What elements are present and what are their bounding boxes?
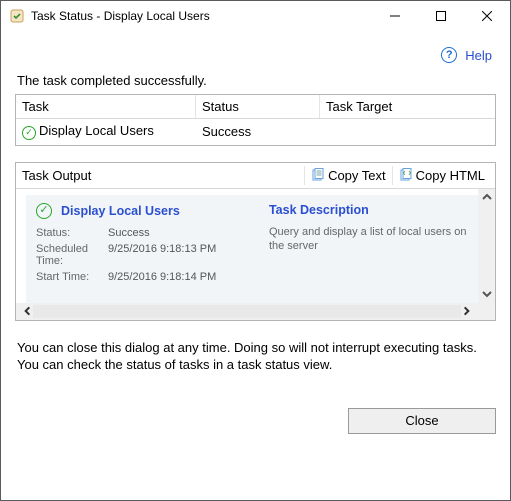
info-text: You can close this dialog at any time. D… [17, 339, 494, 374]
copy-html-icon [399, 168, 413, 182]
help-icon[interactable]: ? [441, 47, 457, 63]
cell-task: ✓Display Local Users [20, 122, 200, 141]
help-link[interactable]: Help [465, 48, 492, 63]
output-body: ✓ Display Local Users Status: Success Sc… [16, 189, 495, 303]
success-icon: ✓ [22, 126, 36, 140]
kv-start: Start Time: 9/25/2016 9:18:14 PM [36, 271, 255, 283]
output-panel: Task Output Copy Text Copy HTML ✓ Di [15, 162, 496, 321]
cell-status: Success [200, 123, 324, 140]
table-header: Task Status Task Target [16, 95, 495, 119]
table-row[interactable]: ✓Display Local Users Success [16, 119, 495, 145]
minimize-button[interactable] [372, 1, 418, 31]
output-left: ✓ Display Local Users Status: Success Sc… [36, 203, 255, 299]
copy-html-button[interactable]: Copy HTML [392, 166, 491, 185]
output-task-name: Display Local Users [61, 204, 180, 218]
window-title: Task Status - Display Local Users [31, 9, 372, 23]
task-table: Task Status Task Target ✓Display Local U… [15, 94, 496, 146]
cell-task-text: Display Local Users [39, 123, 154, 138]
output-right: Task Description Query and display a lis… [269, 203, 468, 299]
close-window-button[interactable] [464, 1, 510, 31]
col-target-header[interactable]: Task Target [320, 95, 495, 118]
output-header: Task Output Copy Text Copy HTML [16, 163, 495, 189]
kv-scheduled: Scheduled Time: 9/25/2016 9:18:13 PM [36, 243, 255, 267]
copy-html-label: Copy HTML [416, 168, 485, 183]
scroll-track[interactable] [478, 206, 495, 286]
app-icon [9, 8, 25, 24]
success-icon: ✓ [36, 203, 52, 219]
copy-text-button[interactable]: Copy Text [304, 166, 392, 185]
scroll-left-icon[interactable] [16, 303, 33, 320]
task-name-row: ✓ Display Local Users [36, 203, 255, 219]
cell-target [324, 130, 491, 132]
hscroll-track[interactable] [33, 305, 461, 318]
start-label: Start Time: [36, 271, 108, 283]
scroll-right-icon[interactable] [461, 303, 478, 320]
scheduled-value: 9/25/2016 9:18:13 PM [108, 243, 216, 255]
vertical-scrollbar[interactable] [478, 189, 495, 303]
client-area: ? Help The task completed successfully. … [1, 31, 510, 448]
scroll-corner [478, 303, 495, 320]
maximize-button[interactable] [418, 1, 464, 31]
scroll-down-icon[interactable] [478, 286, 495, 303]
status-label: Status: [36, 227, 108, 239]
scroll-up-icon[interactable] [478, 189, 495, 206]
close-button[interactable]: Close [348, 408, 496, 434]
kv-status: Status: Success [36, 227, 255, 239]
desc-heading: Task Description [269, 203, 468, 217]
copy-text-label: Copy Text [328, 168, 386, 183]
horizontal-scrollbar[interactable] [16, 303, 495, 320]
start-value: 9/25/2016 9:18:14 PM [108, 271, 216, 283]
col-task-header[interactable]: Task [16, 95, 196, 118]
status-value: Success [108, 227, 150, 239]
titlebar: Task Status - Display Local Users [1, 1, 510, 31]
help-row: ? Help [15, 41, 496, 73]
copy-text-icon [311, 168, 325, 182]
window-controls [372, 1, 510, 31]
output-label: Task Output [20, 168, 304, 183]
scheduled-label: Scheduled Time: [36, 243, 108, 267]
col-status-header[interactable]: Status [196, 95, 320, 118]
desc-text: Query and display a list of local users … [269, 225, 468, 255]
summary-text: The task completed successfully. [17, 73, 496, 88]
output-card: ✓ Display Local Users Status: Success Sc… [26, 195, 478, 303]
footer: Close [15, 408, 496, 434]
